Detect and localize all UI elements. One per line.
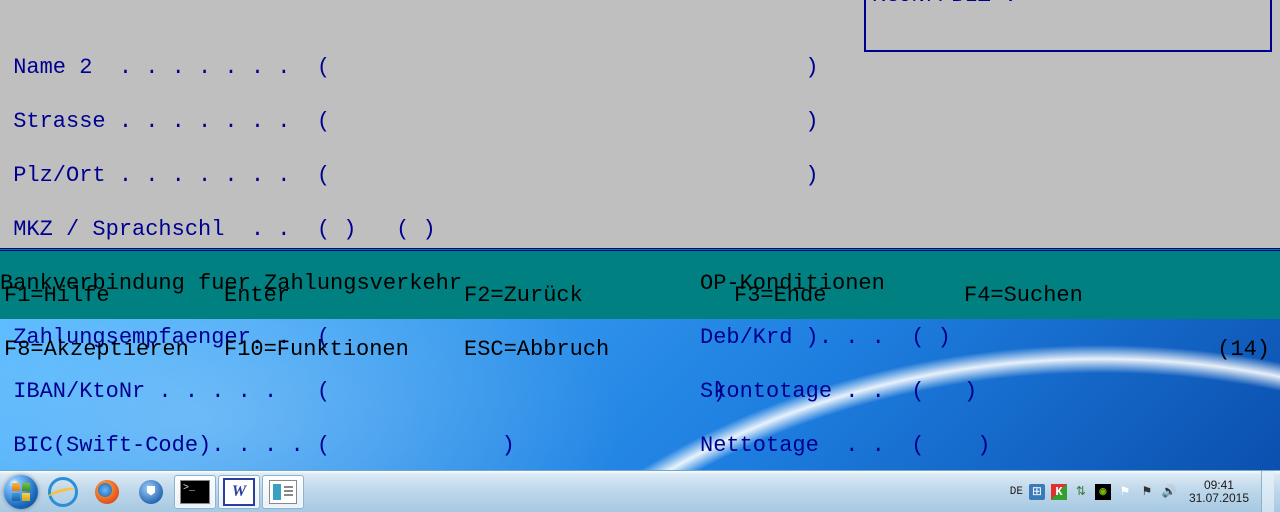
taskbar-firefox[interactable] <box>86 475 128 509</box>
ktonr-box: KtoNr/BLZ : <box>864 0 1272 52</box>
field-mkz[interactable]: MKZ / Sprachschl . . ( ) ( ) <box>0 216 1280 243</box>
show-desktop-button[interactable] <box>1261 471 1274 512</box>
clock-date: 31.07.2015 <box>1189 492 1249 505</box>
field-name2[interactable]: Name 2 . . . . . . . ( ) <box>0 54 1280 81</box>
firefox-icon <box>95 480 119 504</box>
windows-orb-icon <box>4 475 38 509</box>
fkey-esc[interactable]: ESC=Abbruch <box>464 336 609 363</box>
fkey-f2[interactable]: F2=Zurück <box>464 282 583 309</box>
fkey-f3[interactable]: F3=Ende <box>734 282 826 309</box>
fkey-f4[interactable]: F4=Suchen <box>964 282 1083 309</box>
field-iban[interactable]: IBAN/KtoNr . . . . . ( ) <box>0 379 726 404</box>
ie-icon <box>48 477 78 507</box>
taskbar-ie[interactable] <box>42 475 84 509</box>
word-icon: W <box>223 478 255 506</box>
field-nettotage[interactable]: Nettotage . . ( ) <box>700 432 990 459</box>
page-indicator: (14) <box>1217 336 1270 363</box>
field-strasse[interactable]: Strasse . . . . . . . ( ) <box>0 108 1280 135</box>
tray-security-icon[interactable]: K <box>1051 484 1067 500</box>
field-skontotage[interactable]: Skontotage . . ( ) <box>700 378 977 405</box>
taskbar-thunderbird[interactable] <box>130 475 172 509</box>
app-icon <box>269 480 297 504</box>
fkey-enter[interactable]: Enter <box>224 282 290 309</box>
tray-windows-icon[interactable]: ⊞ <box>1029 484 1045 500</box>
clock-time: 09:41 <box>1189 479 1249 492</box>
tray-volume-icon[interactable]: 🔊 <box>1161 484 1177 500</box>
tray-nvidia-icon[interactable]: ◉ <box>1095 484 1111 500</box>
thunderbird-icon <box>139 480 163 504</box>
taskbar-clock[interactable]: 09:41 31.07.2015 <box>1183 479 1255 505</box>
system-tray: DE ⊞ K ⇅ ◉ ⚑ ⚑ 🔊 09:41 31.07.2015 <box>1010 471 1280 512</box>
taskbar-word[interactable]: W <box>218 475 260 509</box>
tray-flag-icon[interactable]: ⚑ <box>1117 484 1133 500</box>
taskbar-app[interactable] <box>262 475 304 509</box>
start-button[interactable] <box>0 471 41 512</box>
fkey-f10[interactable]: F10=Funktionen <box>224 336 409 363</box>
taskbar-terminal[interactable] <box>174 475 216 509</box>
field-bic[interactable]: BIC(Swift-Code). . . . ( ) <box>0 433 515 458</box>
terminal-screen: KtoNr/BLZ : Name 2 . . . . . . . ( ) Str… <box>0 0 1280 248</box>
ktonr-label: KtoNr/BLZ : <box>872 0 1017 8</box>
language-indicator[interactable]: DE <box>1010 486 1023 498</box>
tray-flag2-icon[interactable]: ⚑ <box>1139 484 1155 500</box>
terminal-icon <box>180 480 210 504</box>
tray-device-icon[interactable]: ⇅ <box>1073 484 1089 500</box>
fkey-f1[interactable]: F1=Hilfe <box>4 283 110 308</box>
fkey-f8[interactable]: F8=Akzeptieren <box>4 337 189 362</box>
taskbar: W DE ⊞ K ⇅ ◉ ⚑ ⚑ 🔊 09:41 31.07.2015 <box>0 470 1280 512</box>
field-plz-ort[interactable]: Plz/Ort . . . . . . . ( ) <box>0 162 1280 189</box>
